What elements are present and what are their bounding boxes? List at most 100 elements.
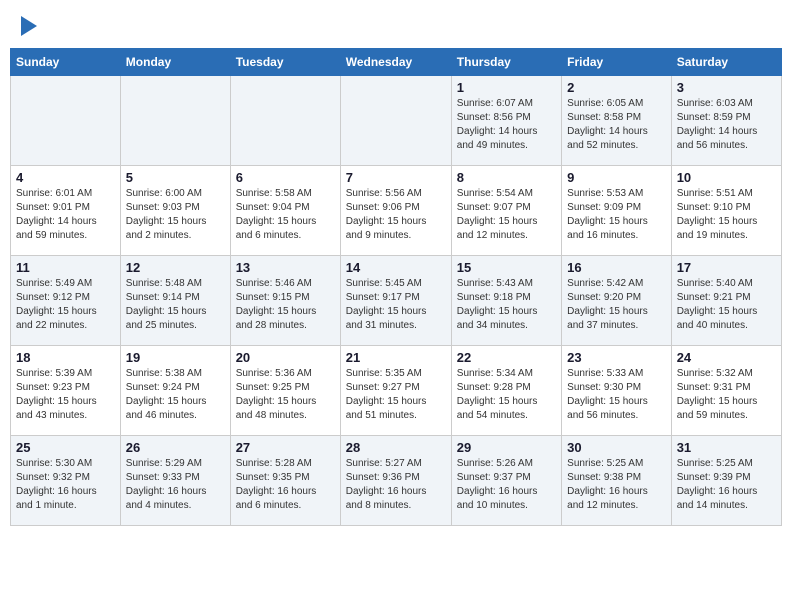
week-row-2: 4 Sunrise: 6:01 AM Sunset: 9:01 PM Daylig… [11,166,782,256]
calendar-cell: 13 Sunrise: 5:46 AM Sunset: 9:15 PM Dayli… [230,256,340,346]
day-number: 24 [677,350,776,365]
day-detail: Sunrise: 6:01 AM Sunset: 9:01 PM Dayligh… [16,187,115,243]
weekday-header-sunday: Sunday [11,49,121,76]
calendar-cell: 12 Sunrise: 5:48 AM Sunset: 9:14 PM Dayli… [120,256,230,346]
weekday-header-thursday: Thursday [451,49,561,76]
calendar-cell: 6Sunrise: 5:58 AM Sunset: 9:04 PM Daylig… [230,166,340,256]
logo [18,14,37,36]
week-row-1: 1 Sunrise: 6:07 AM Sunset: 8:56 PM Daylig… [11,76,782,166]
day-detail: Sunrise: 5:42 AM Sunset: 9:20 PM Dayligh… [567,277,666,333]
day-number: 1 [457,80,556,95]
calendar-cell: 31Sunrise: 5:25 AM Sunset: 9:39 PM Dayli… [671,436,781,526]
day-number: 8 [457,170,556,185]
calendar-cell: 4 Sunrise: 6:01 AM Sunset: 9:01 PM Daylig… [11,166,121,256]
calendar-cell: 17 Sunrise: 5:40 AM Sunset: 9:21 PM Dayli… [671,256,781,346]
day-number: 3 [677,80,776,95]
day-detail: Sunrise: 6:03 AM Sunset: 8:59 PM Dayligh… [677,97,776,153]
day-detail: Sunrise: 6:05 AM Sunset: 8:58 PM Dayligh… [567,97,666,153]
day-number: 11 [16,260,115,275]
day-detail: Sunrise: 5:30 AM Sunset: 9:32 PM Dayligh… [16,457,115,513]
calendar-cell: 23 Sunrise: 5:33 AM Sunset: 9:30 PM Dayli… [562,346,672,436]
day-detail: Sunrise: 6:00 AM Sunset: 9:03 PM Dayligh… [126,187,225,243]
day-detail: Sunrise: 5:51 AM Sunset: 9:10 PM Dayligh… [677,187,776,243]
day-number: 16 [567,260,666,275]
weekday-header-row: SundayMondayTuesdayWednesdayThursdayFrid… [11,49,782,76]
calendar-cell: 2 Sunrise: 6:05 AM Sunset: 8:58 PM Daylig… [562,76,672,166]
day-number: 14 [346,260,446,275]
calendar-cell: 19 Sunrise: 5:38 AM Sunset: 9:24 PM Dayli… [120,346,230,436]
day-number: 18 [16,350,115,365]
weekday-header-monday: Monday [120,49,230,76]
calendar-table: SundayMondayTuesdayWednesdayThursdayFrid… [10,48,782,526]
calendar-cell: 29 Sunrise: 5:26 AM Sunset: 9:37 PM Dayli… [451,436,561,526]
calendar-cell: 1 Sunrise: 6:07 AM Sunset: 8:56 PM Daylig… [451,76,561,166]
week-row-4: 18 Sunrise: 5:39 AM Sunset: 9:23 PM Dayli… [11,346,782,436]
day-number: 7 [346,170,446,185]
day-detail: Sunrise: 5:45 AM Sunset: 9:17 PM Dayligh… [346,277,446,333]
calendar-cell: 5Sunrise: 6:00 AM Sunset: 9:03 PM Daylig… [120,166,230,256]
calendar-cell: 26 Sunrise: 5:29 AM Sunset: 9:33 PM Dayli… [120,436,230,526]
day-number: 26 [126,440,225,455]
day-detail: Sunrise: 5:46 AM Sunset: 9:15 PM Dayligh… [236,277,335,333]
day-detail: Sunrise: 5:26 AM Sunset: 9:37 PM Dayligh… [457,457,556,513]
calendar-cell: 14 Sunrise: 5:45 AM Sunset: 9:17 PM Dayli… [340,256,451,346]
day-detail: Sunrise: 5:38 AM Sunset: 9:24 PM Dayligh… [126,367,225,423]
page-header [10,10,782,40]
calendar-cell: 15Sunrise: 5:43 AM Sunset: 9:18 PM Dayli… [451,256,561,346]
day-detail: Sunrise: 6:07 AM Sunset: 8:56 PM Dayligh… [457,97,556,153]
day-number: 4 [16,170,115,185]
week-row-3: 11Sunrise: 5:49 AM Sunset: 9:12 PM Dayli… [11,256,782,346]
weekday-header-tuesday: Tuesday [230,49,340,76]
day-detail: Sunrise: 5:39 AM Sunset: 9:23 PM Dayligh… [16,367,115,423]
day-detail: Sunrise: 5:29 AM Sunset: 9:33 PM Dayligh… [126,457,225,513]
calendar-cell: 21 Sunrise: 5:35 AM Sunset: 9:27 PM Dayli… [340,346,451,436]
calendar-cell: 20 Sunrise: 5:36 AM Sunset: 9:25 PM Dayli… [230,346,340,436]
calendar-cell: 10 Sunrise: 5:51 AM Sunset: 9:10 PM Dayli… [671,166,781,256]
day-detail: Sunrise: 5:28 AM Sunset: 9:35 PM Dayligh… [236,457,335,513]
day-detail: Sunrise: 5:43 AM Sunset: 9:18 PM Dayligh… [457,277,556,333]
day-number: 27 [236,440,335,455]
calendar-cell: 28 Sunrise: 5:27 AM Sunset: 9:36 PM Dayli… [340,436,451,526]
day-detail: Sunrise: 5:25 AM Sunset: 9:38 PM Dayligh… [567,457,666,513]
day-number: 10 [677,170,776,185]
day-number: 9 [567,170,666,185]
day-number: 21 [346,350,446,365]
calendar-cell: 3 Sunrise: 6:03 AM Sunset: 8:59 PM Daylig… [671,76,781,166]
week-row-5: 25 Sunrise: 5:30 AM Sunset: 9:32 PM Dayli… [11,436,782,526]
calendar-cell: 30 Sunrise: 5:25 AM Sunset: 9:38 PM Dayli… [562,436,672,526]
day-number: 20 [236,350,335,365]
day-detail: Sunrise: 5:48 AM Sunset: 9:14 PM Dayligh… [126,277,225,333]
logo-arrow-icon [21,16,37,36]
day-number: 19 [126,350,225,365]
day-detail: Sunrise: 5:53 AM Sunset: 9:09 PM Dayligh… [567,187,666,243]
day-number: 30 [567,440,666,455]
day-detail: Sunrise: 5:32 AM Sunset: 9:31 PM Dayligh… [677,367,776,423]
day-detail: Sunrise: 5:36 AM Sunset: 9:25 PM Dayligh… [236,367,335,423]
day-number: 29 [457,440,556,455]
calendar-cell: 11Sunrise: 5:49 AM Sunset: 9:12 PM Dayli… [11,256,121,346]
day-detail: Sunrise: 5:34 AM Sunset: 9:28 PM Dayligh… [457,367,556,423]
calendar-cell: 22Sunrise: 5:34 AM Sunset: 9:28 PM Dayli… [451,346,561,436]
day-number: 2 [567,80,666,95]
day-detail: Sunrise: 5:40 AM Sunset: 9:21 PM Dayligh… [677,277,776,333]
day-detail: Sunrise: 5:33 AM Sunset: 9:30 PM Dayligh… [567,367,666,423]
day-detail: Sunrise: 5:58 AM Sunset: 9:04 PM Dayligh… [236,187,335,243]
day-number: 13 [236,260,335,275]
day-number: 25 [16,440,115,455]
weekday-header-saturday: Saturday [671,49,781,76]
calendar-cell: 24 Sunrise: 5:32 AM Sunset: 9:31 PM Dayli… [671,346,781,436]
day-number: 17 [677,260,776,275]
calendar-cell: 7 Sunrise: 5:56 AM Sunset: 9:06 PM Daylig… [340,166,451,256]
day-detail: Sunrise: 5:25 AM Sunset: 9:39 PM Dayligh… [677,457,776,513]
weekday-header-friday: Friday [562,49,672,76]
day-detail: Sunrise: 5:56 AM Sunset: 9:06 PM Dayligh… [346,187,446,243]
day-detail: Sunrise: 5:54 AM Sunset: 9:07 PM Dayligh… [457,187,556,243]
day-number: 23 [567,350,666,365]
calendar-cell [340,76,451,166]
calendar-cell: 8 Sunrise: 5:54 AM Sunset: 9:07 PM Daylig… [451,166,561,256]
day-number: 12 [126,260,225,275]
weekday-header-wednesday: Wednesday [340,49,451,76]
day-number: 28 [346,440,446,455]
day-detail: Sunrise: 5:27 AM Sunset: 9:36 PM Dayligh… [346,457,446,513]
day-detail: Sunrise: 5:35 AM Sunset: 9:27 PM Dayligh… [346,367,446,423]
